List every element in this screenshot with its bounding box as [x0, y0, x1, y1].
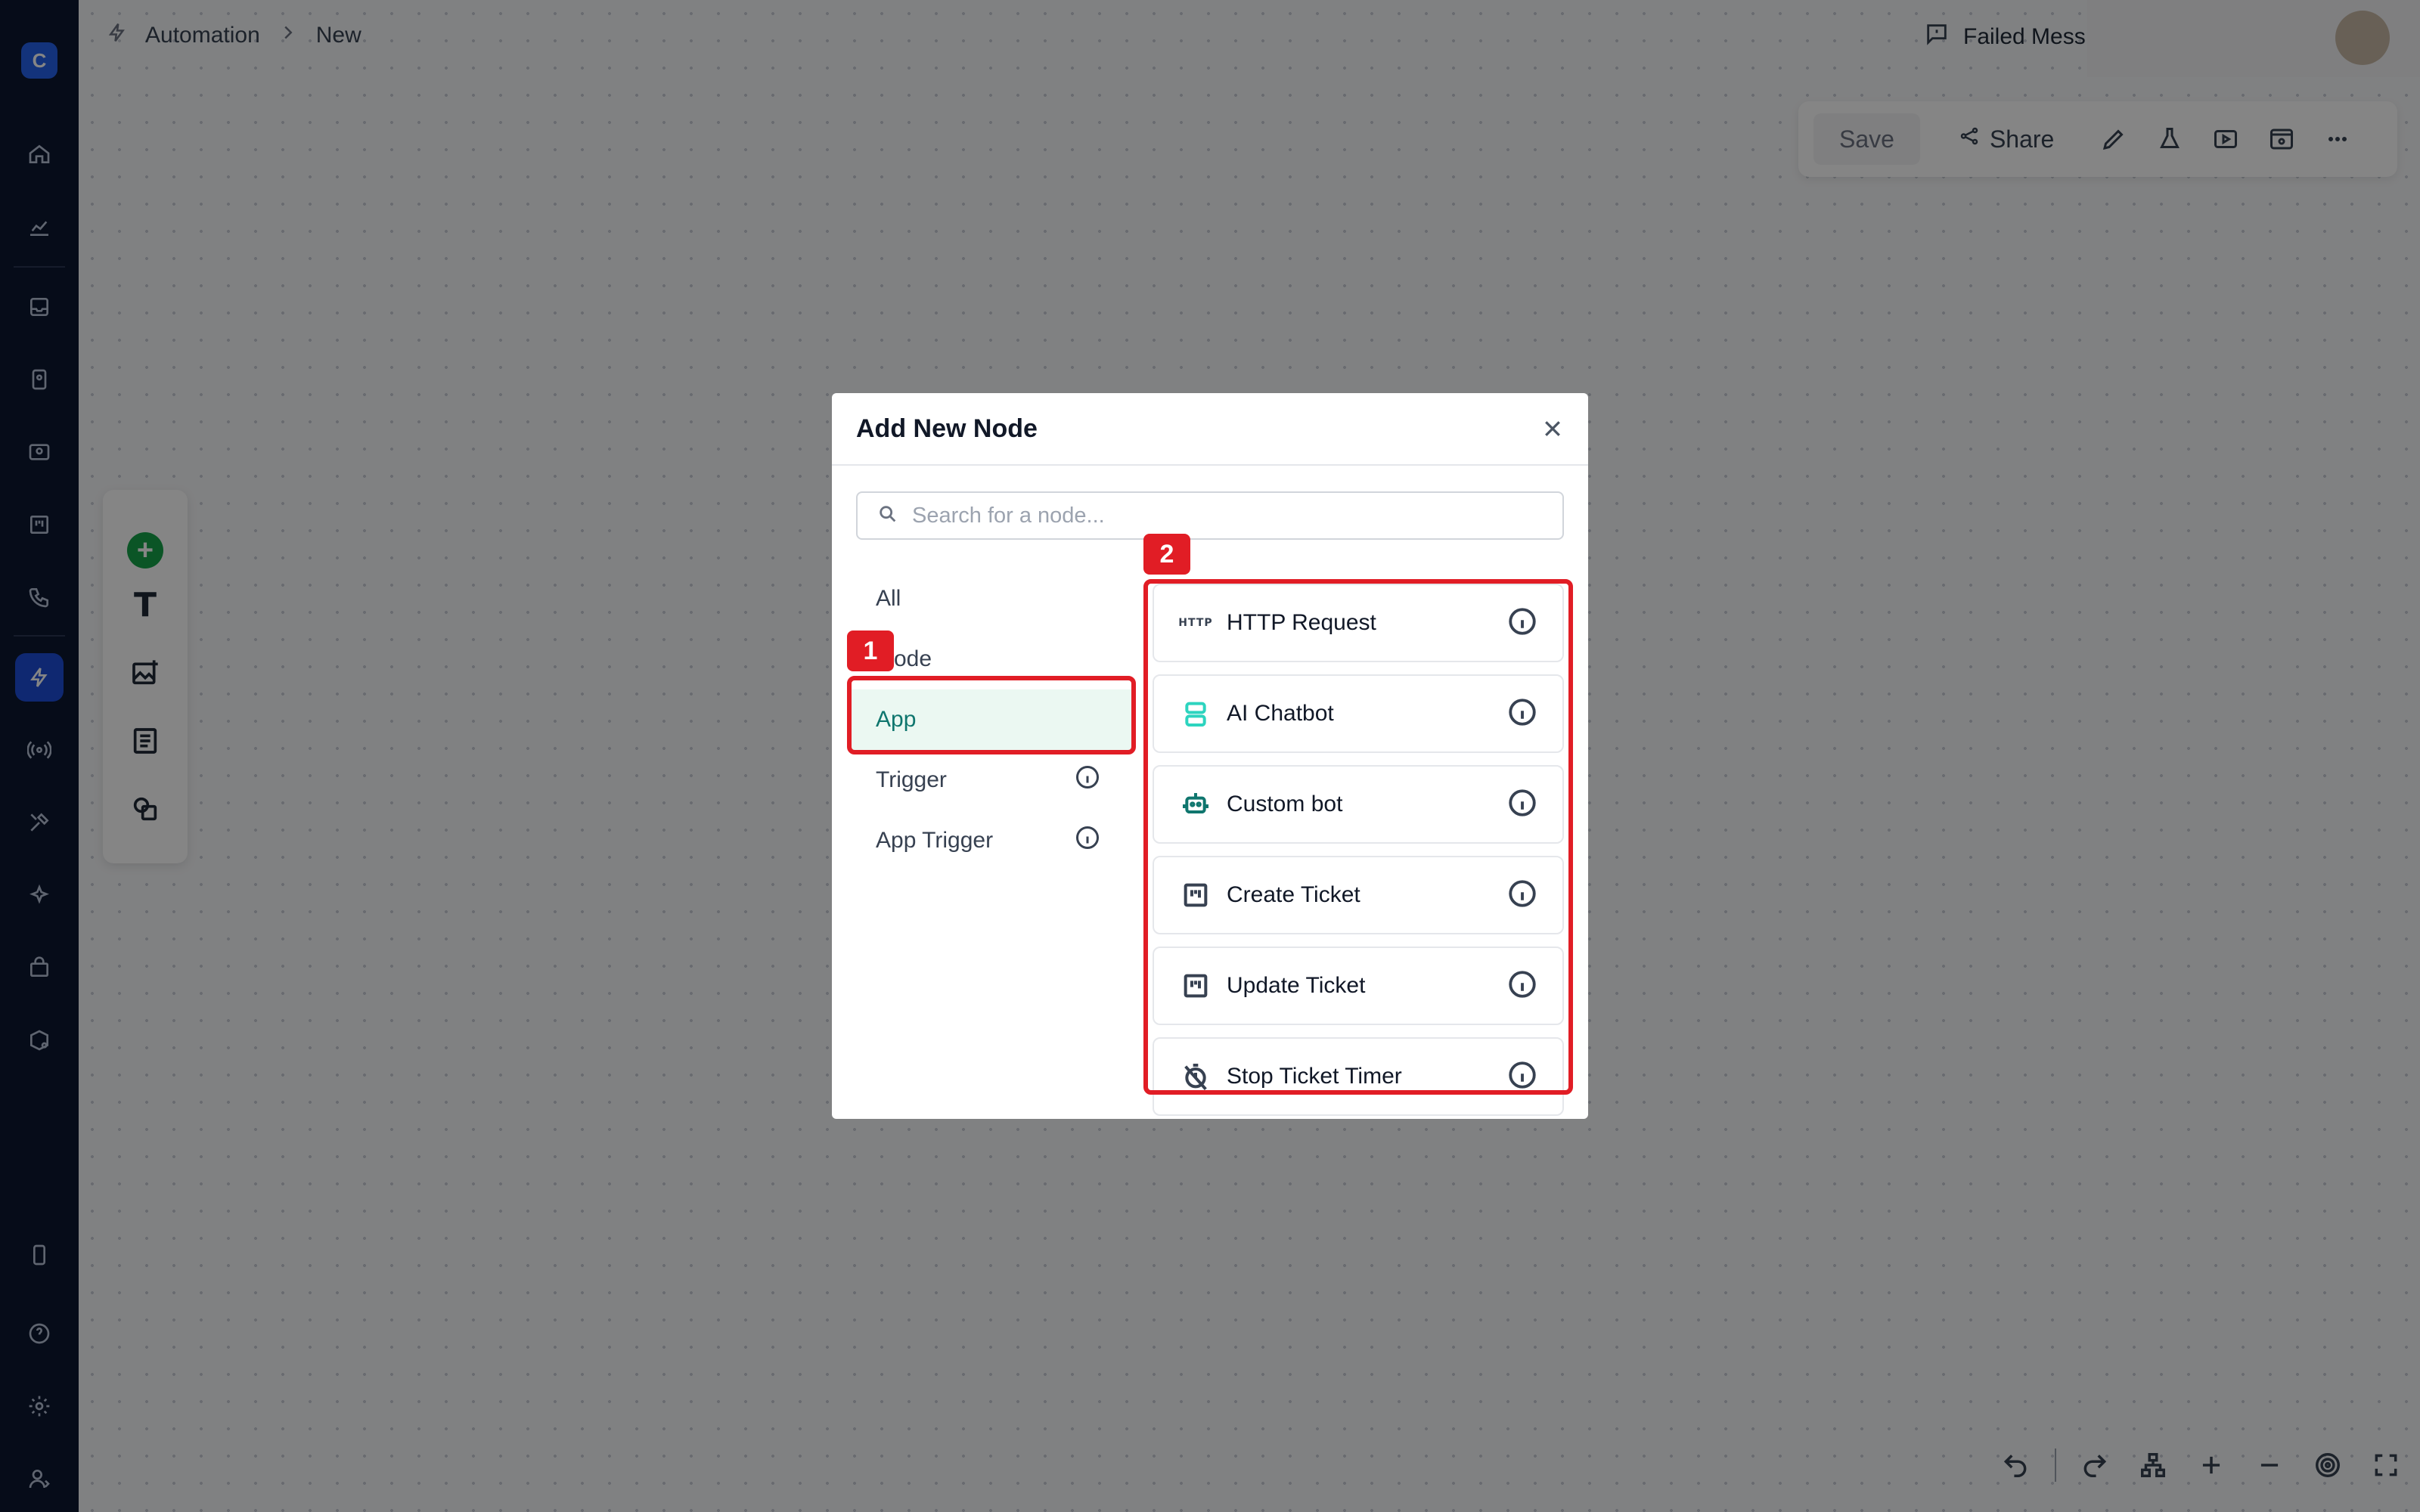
category-label: App Trigger [876, 828, 994, 853]
category-trigger[interactable]: Trigger [849, 750, 1136, 810]
search-icon [877, 503, 898, 528]
annotation-box-1 [847, 676, 1136, 754]
modal-header: Add New Node [832, 393, 1588, 466]
category-all[interactable]: All [849, 569, 1136, 629]
annotation-badge-1: 1 [847, 631, 894, 671]
annotation-badge-2: 2 [1143, 534, 1190, 575]
info-icon[interactable] [1074, 764, 1101, 797]
search-field[interactable] [856, 491, 1564, 540]
annotation-box-2 [1143, 579, 1573, 1095]
modal-title: Add New Node [856, 414, 1038, 443]
category-app-trigger[interactable]: App Trigger [849, 810, 1136, 871]
category-label: All [876, 586, 901, 611]
search-input[interactable] [912, 503, 1532, 528]
category-label: Trigger [876, 767, 947, 792]
close-icon[interactable] [1534, 410, 1571, 448]
info-icon[interactable] [1074, 824, 1101, 857]
